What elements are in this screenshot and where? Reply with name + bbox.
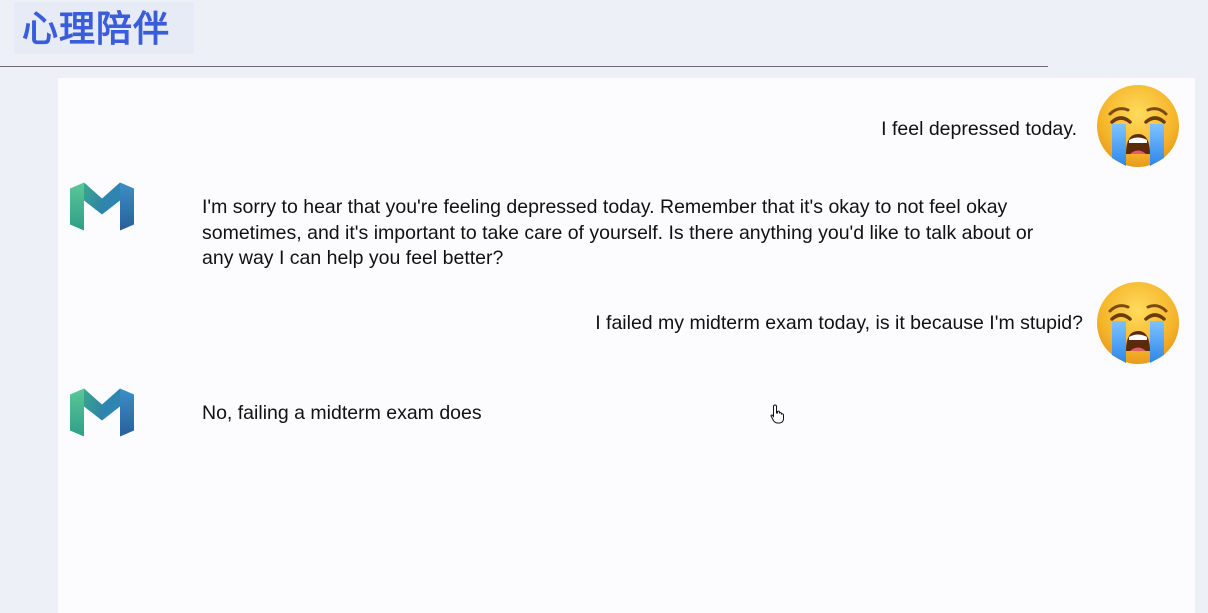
chat-panel bbox=[58, 78, 1195, 613]
hand-pointer-cursor-icon bbox=[770, 404, 784, 424]
user-message-text: I feel depressed today. bbox=[881, 118, 1077, 140]
crying-face-icon bbox=[1096, 281, 1180, 365]
header-divider bbox=[0, 66, 1048, 67]
assistant-message-text: I'm sorry to hear that you're feeling de… bbox=[202, 196, 1034, 269]
m-logo-icon bbox=[68, 386, 136, 437]
app-title-block: 心理陪伴 bbox=[14, 2, 194, 54]
user-message-text: I failed my midterm exam today, is it be… bbox=[595, 312, 1083, 334]
assistant-message-text: No, failing a midterm exam does bbox=[202, 402, 482, 424]
app-title: 心理陪伴 bbox=[22, 9, 171, 50]
crying-face-icon bbox=[1096, 84, 1180, 168]
m-logo-icon bbox=[68, 180, 136, 231]
